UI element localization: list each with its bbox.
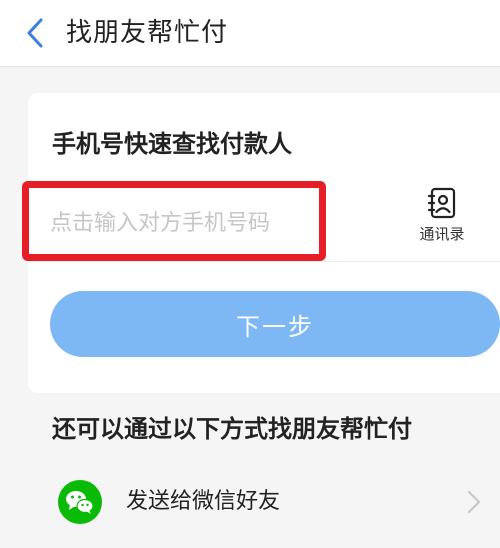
phone-section-title: 手机号快速查找付款人 xyxy=(52,130,292,158)
contacts-icon xyxy=(427,187,456,219)
contacts-label: 通讯录 xyxy=(419,225,465,243)
share-wechat-friend-item[interactable]: 发送给微信好友 xyxy=(0,470,500,534)
phone-input-row: 通讯录 xyxy=(22,181,500,263)
row-divider xyxy=(28,261,500,262)
chevron-left-icon xyxy=(27,18,43,48)
contacts-button[interactable]: 通讯录 xyxy=(412,183,472,253)
chevron-right-icon xyxy=(467,490,481,514)
back-button[interactable] xyxy=(18,16,52,50)
phone-search-card: 手机号快速查找付款人 通讯录 下一步 xyxy=(22,93,500,393)
next-step-button[interactable]: 下一步 xyxy=(50,291,500,357)
wechat-icon xyxy=(58,480,102,524)
wechat-option-label: 发送给微信好友 xyxy=(126,489,281,514)
alternative-methods-title: 还可以通过以下方式找朋友帮忙付 xyxy=(52,415,412,443)
phone-number-input[interactable] xyxy=(28,183,328,263)
header-bar: 找朋友帮忙付 xyxy=(0,0,500,67)
page-title: 找朋友帮忙付 xyxy=(66,18,229,48)
